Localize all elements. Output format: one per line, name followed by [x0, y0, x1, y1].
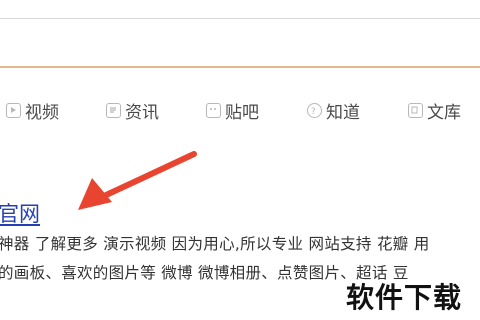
- question-icon: ?: [307, 102, 322, 118]
- search-box-underline: [0, 66, 480, 68]
- tab-zhidao-label: 知道: [326, 102, 360, 123]
- tab-video[interactable]: 视频: [6, 96, 59, 124]
- search-category-tabs: 视频 资讯 贴吧 ? 知道 文库: [0, 96, 480, 124]
- red-arrow-annotation: [78, 151, 197, 210]
- result-title-link[interactable]: 官网: [0, 198, 40, 228]
- document-icon: [408, 102, 423, 118]
- news-icon: [106, 102, 121, 118]
- tab-news[interactable]: 资讯: [106, 96, 159, 124]
- tab-tieba-label: 贴吧: [225, 102, 259, 123]
- search-input[interactable]: [0, 18, 480, 68]
- svg-text:?: ?: [311, 107, 316, 116]
- result-snippet-line-1: 神器 了解更多 演示视频 因为用心,所以专业 网站支持 花瓣 用: [0, 235, 430, 253]
- top-strip: [0, 0, 480, 14]
- tab-news-label: 资讯: [125, 102, 159, 123]
- tieba-icon: [206, 102, 221, 118]
- tab-zhidao[interactable]: ? 知道: [307, 96, 360, 124]
- search-results-page: 视频 资讯 贴吧 ? 知道 文库 官网 神器 了解更多 演示视频 因为用心,所以…: [0, 0, 480, 320]
- video-icon: [6, 102, 21, 118]
- tab-wenku[interactable]: 文库: [408, 96, 461, 124]
- arrow-shaft: [101, 151, 197, 199]
- tab-video-label: 视频: [25, 102, 59, 123]
- watermark: 软件下载: [346, 281, 463, 314]
- tab-wenku-label: 文库: [427, 102, 461, 123]
- tab-tieba[interactable]: 贴吧: [206, 96, 259, 124]
